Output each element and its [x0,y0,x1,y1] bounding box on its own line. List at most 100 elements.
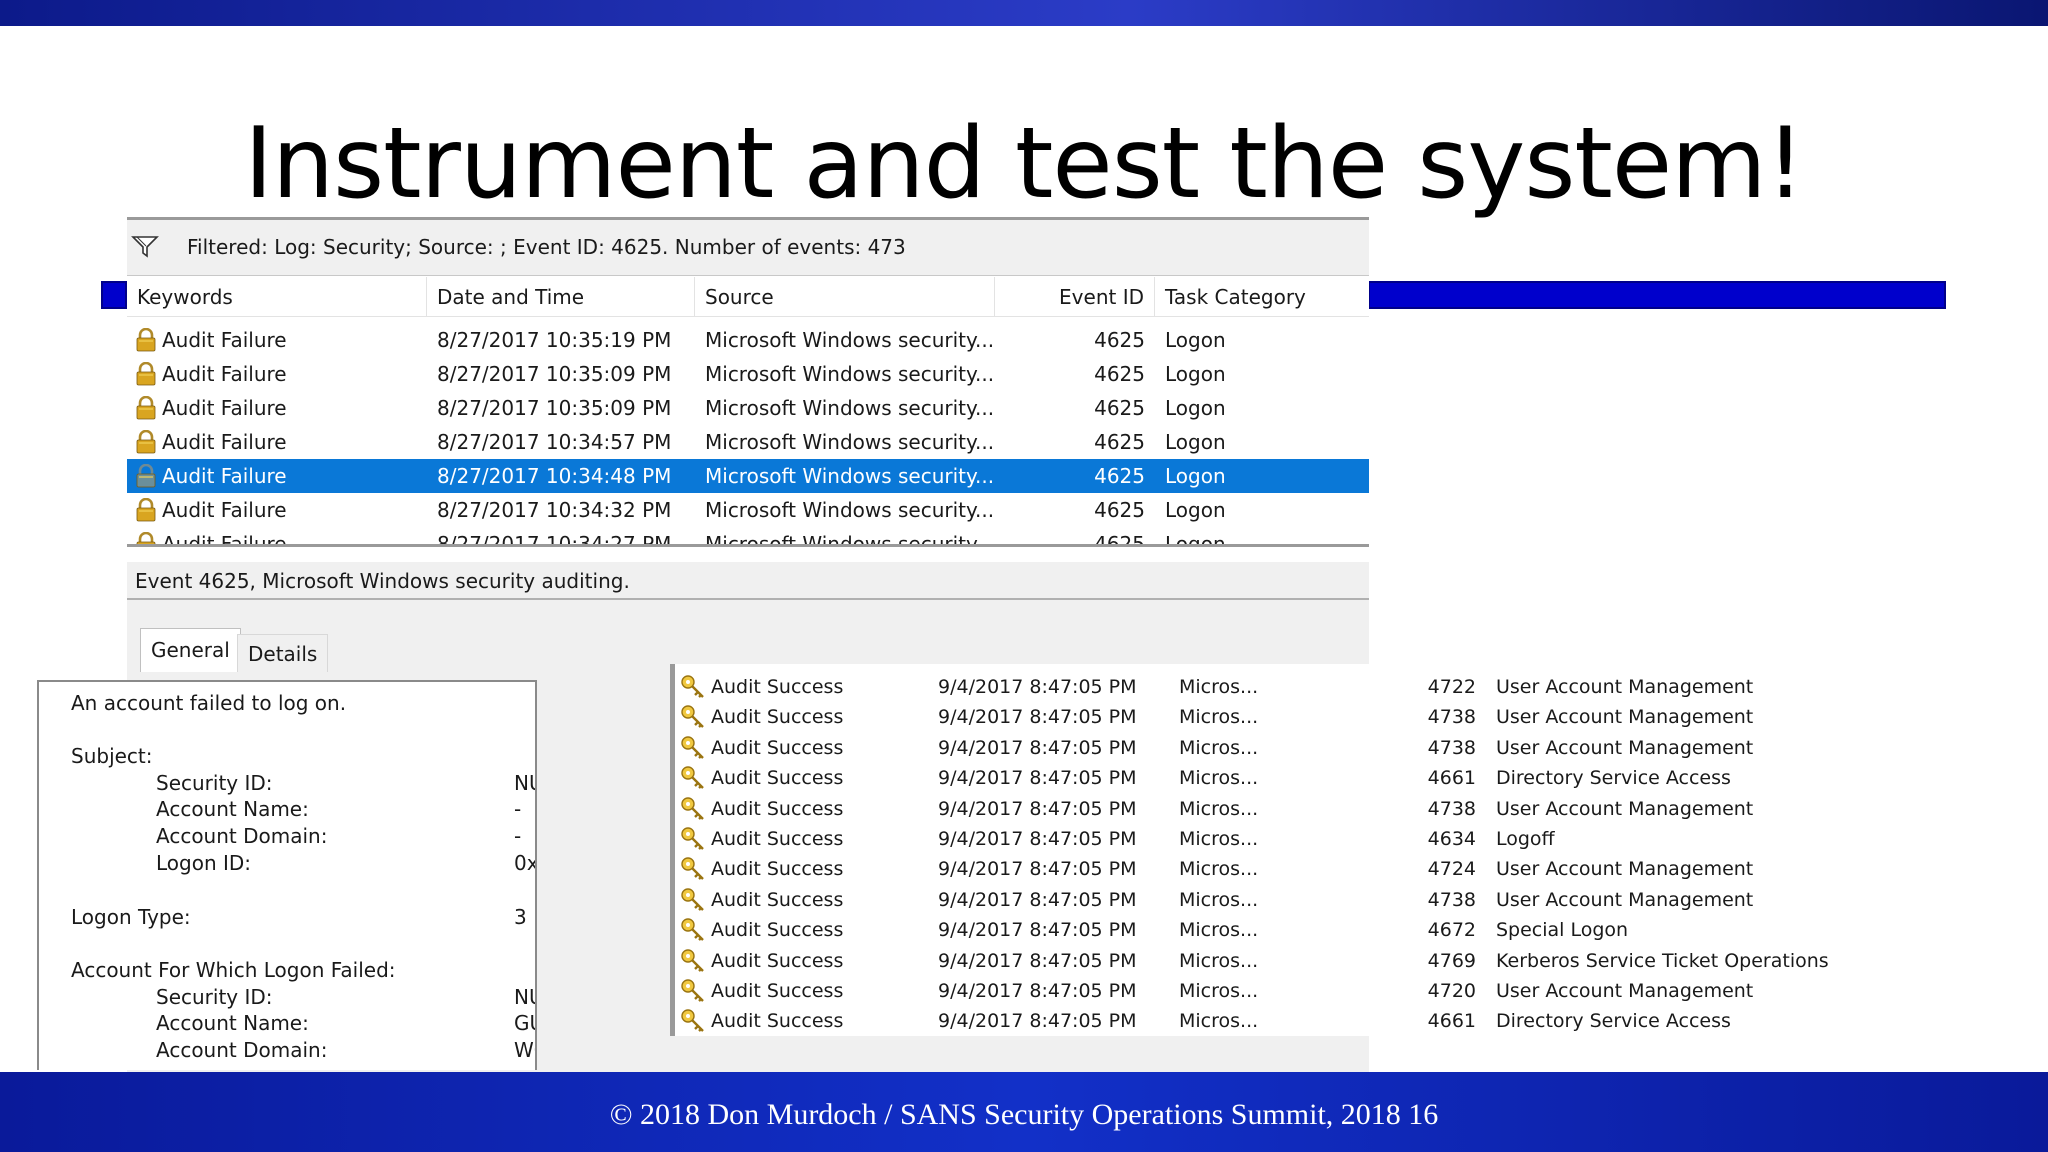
top-band [0,0,2048,26]
key-icon [681,705,704,729]
key-icon [681,766,704,790]
item-keyword: Audit Success [711,828,844,850]
list-item[interactable]: Audit Success 9/4/2017 8:47:05 PM Micros..… [670,733,1810,763]
column-header-event-id[interactable]: Event ID [995,277,1155,317]
list-item[interactable]: Audit Success 9/4/2017 8:47:05 PM Micros..… [670,794,1810,824]
table-row[interactable]: Audit Failure 8/27/2017 10:35:09 PM Micros… [127,391,1369,425]
slide-footer: © 2018 Don Murdoch / SANS Security Opera… [0,1072,2048,1152]
item-task-category: Special Logon [1496,919,1629,942]
table-row[interactable]: Audit Failure 8/27/2017 10:34:57 PM Micros… [127,425,1369,459]
item-source: Micros... [1179,919,1259,942]
item-datetime: 9/4/2017 8:47:05 PM [938,736,1137,759]
item-source: Micros... [1179,888,1259,911]
row-keyword: Audit Failure [162,532,287,547]
item-task-category: Logoff [1496,828,1555,850]
row-keyword: Audit Failure [162,362,287,386]
lock-icon [136,430,156,454]
item-keyword: Audit Success [711,767,844,790]
column-header-date-time[interactable]: Date and Time [427,277,695,317]
list-item[interactable]: Audit Success 9/4/2017 8:47:05 PM Micros..… [670,976,1810,1006]
item-keyword: Audit Success [711,797,844,820]
item-datetime: 9/4/2017 8:47:05 PM [938,706,1137,729]
row-datetime: 8/27/2017 10:35:09 PM [437,396,672,420]
list-item[interactable]: Audit Success 9/4/2017 8:47:05 PM Micros..… [670,1006,1810,1036]
row-datetime: 8/27/2017 10:34:48 PM [437,464,672,488]
key-icon [681,675,704,698]
item-event-id: 4738 [1427,797,1476,820]
row-source: Microsoft Windows security... [705,498,995,522]
list-item[interactable]: Audit Success 9/4/2017 8:47:05 PM Micros..… [670,854,1810,884]
item-keyword: Audit Success [711,919,844,942]
item-source: Micros... [1179,858,1259,881]
item-source: Micros... [1179,676,1259,698]
item-event-id: 4661 [1427,767,1476,790]
table-row[interactable]: Audit Failure 8/27/2017 10:34:32 PM Micros… [127,493,1369,527]
subject-logon-id-label: Logon ID: [156,851,252,875]
row-event-id: 4625 [1094,328,1145,352]
item-keyword: Audit Success [711,706,844,729]
list-item[interactable]: Audit Success 9/4/2017 8:47:05 PM Micros..… [670,824,1810,854]
item-datetime: 9/4/2017 8:47:05 PM [938,767,1137,790]
row-datetime: 8/27/2017 10:34:57 PM [437,430,672,454]
list-item[interactable]: Audit Success 9/4/2017 8:47:05 PM Micros..… [670,885,1810,915]
item-event-id: 4672 [1427,919,1476,942]
table-row[interactable]: Audit Failure 8/27/2017 10:34:27 PM Micros… [127,527,1369,547]
item-datetime: 9/4/2017 8:47:05 PM [938,919,1137,942]
column-header-keywords[interactable]: Keywords [127,277,427,317]
lock-icon [136,532,156,544]
row-keyword: Audit Failure [162,430,287,454]
row-source: Microsoft Windows security... [705,430,995,454]
list-item[interactable]: Audit Success 9/4/2017 8:47:05 PM Micros..… [670,763,1810,793]
tab-details[interactable]: Details [237,634,329,672]
subject-security-id-label: Security ID: [156,771,273,795]
subject-account-name-value: - [514,797,522,821]
row-task-category: Logon [1165,362,1226,386]
column-header-source[interactable]: Source [695,277,995,317]
item-datetime: 9/4/2017 8:47:05 PM [938,858,1137,881]
item-task-category: Directory Service Access [1496,767,1731,790]
key-icon [681,736,704,759]
list-item[interactable]: Audit Success 9/4/2017 8:47:05 PM Micros..… [670,915,1810,945]
item-keyword: Audit Success [711,858,844,881]
row-event-id: 4625 [1094,498,1145,522]
tab-general[interactable]: General [140,628,241,672]
failed-account-name-value: GUEST [514,1011,535,1035]
row-datetime: 8/27/2017 10:35:09 PM [437,362,672,386]
item-datetime: 9/4/2017 8:47:05 PM [938,1010,1137,1033]
item-event-id: 4738 [1427,706,1476,729]
key-icon [681,827,704,850]
key-icon [681,888,704,911]
row-task-category: Logon [1165,430,1226,454]
item-source: Micros... [1179,767,1259,790]
item-keyword: Audit Success [711,676,844,698]
list-item[interactable]: Audit Success 9/4/2017 8:47:05 PM Micros..… [670,946,1829,976]
row-task-category: Logon [1165,532,1226,547]
row-keyword: Audit Failure [162,396,287,420]
key-icon [681,1009,704,1033]
logon-type-label: Logon Type: [71,905,191,929]
key-icon [681,796,704,820]
logon-type-value: 3 [514,905,527,929]
item-event-id: 4722 [1427,676,1476,698]
row-keyword: Audit Failure [162,464,287,488]
item-keyword: Audit Success [711,888,844,911]
item-task-category: User Account Management [1496,676,1754,698]
column-header-task-category[interactable]: Task Category [1155,277,1369,317]
key-icon [681,948,704,972]
row-datetime: 8/27/2017 10:34:32 PM [437,498,672,522]
table-row[interactable]: Audit Failure 8/27/2017 10:34:48 PM Micros… [127,459,1369,493]
subject-account-name-label: Account Name: [156,797,309,821]
failed-security-id-label: Security ID: [156,985,273,1009]
item-keyword: Audit Success [711,980,844,1002]
item-task-category: Kerberos Service Ticket Operations [1496,949,1829,972]
table-row[interactable]: Audit Failure 8/27/2017 10:35:19 PM Micros… [127,323,1369,357]
failed-account-label: Account For Which Logon Failed: [71,958,396,982]
lock-icon [136,362,156,386]
key-icon [681,979,704,1002]
item-event-id: 4738 [1427,736,1476,759]
table-row[interactable]: Audit Failure 8/27/2017 10:35:09 PM Micros… [127,357,1369,391]
list-item[interactable]: Audit Success 9/4/2017 8:47:05 PM Micros..… [670,672,1810,702]
filter-icon[interactable] [131,234,161,260]
item-source: Micros... [1179,828,1259,850]
list-item[interactable]: Audit Success 9/4/2017 8:47:05 PM Micros..… [670,702,1810,732]
